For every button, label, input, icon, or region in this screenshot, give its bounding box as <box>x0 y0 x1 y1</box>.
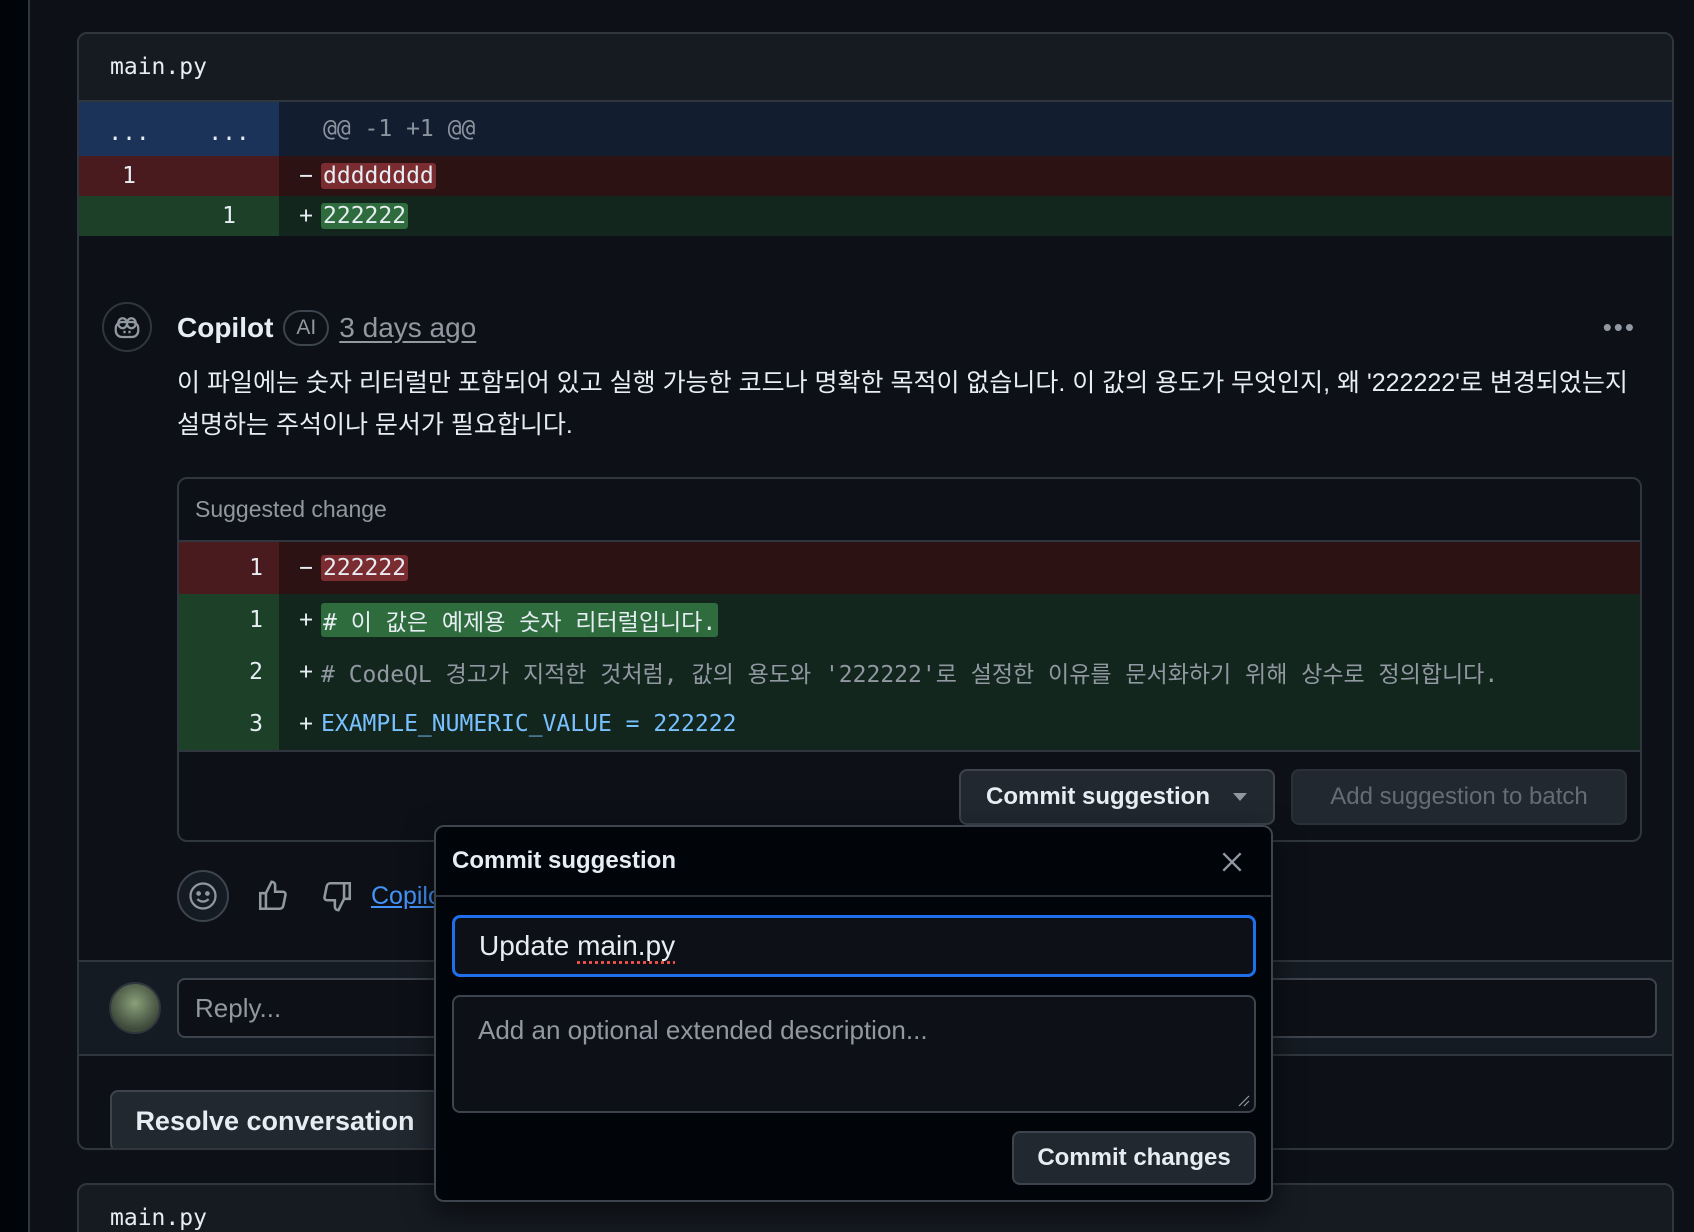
commit-suggestion-label: Commit suggestion <box>986 783 1210 811</box>
kebab-horizontal-icon[interactable]: ••• <box>1603 312 1636 343</box>
diff-sign: − <box>291 555 321 581</box>
suggested-change-box: Suggested change 1 − 222222 1 + # 이 값은 예… <box>177 477 1642 842</box>
resize-grip-icon[interactable] <box>1238 1095 1250 1107</box>
old-line-number: 1 <box>79 156 179 196</box>
close-button[interactable] <box>1219 849 1245 875</box>
add-reaction-button[interactable] <box>177 870 229 922</box>
line-number: 3 <box>179 698 279 750</box>
file-name[interactable]: main.py <box>110 54 207 80</box>
suggestion-added-line: 1 + # 이 값은 예제용 숫자 리터럴입니다. <box>179 594 1640 646</box>
hunk-expand-left[interactable]: ... <box>79 102 179 156</box>
copilot-icon <box>112 312 142 342</box>
extended-description-input[interactable]: Add an optional extended description... <box>452 995 1256 1113</box>
diff-added-line: 1 + 222222 <box>79 196 1672 236</box>
added-text: EXAMPLE_NUMERIC_VALUE = 222222 <box>321 711 736 737</box>
add-to-batch-button[interactable]: Add suggestion to batch <box>1291 769 1627 825</box>
commit-changes-button[interactable]: Commit changes <box>1012 1131 1256 1185</box>
line-number: 2 <box>179 646 279 698</box>
copilot-avatar[interactable] <box>102 302 152 352</box>
old-line-number <box>79 196 179 236</box>
user-avatar[interactable] <box>109 982 161 1034</box>
hunk-expand-right[interactable]: ... <box>179 102 279 156</box>
comment-timestamp[interactable]: 3 days ago <box>339 312 476 344</box>
smiley-icon <box>188 881 218 911</box>
suggestion-added-line: 2 + # CodeQL 경고가 지적한 것처럼, 값의 용도와 '222222… <box>179 646 1640 698</box>
new-line-number: 1 <box>179 196 279 236</box>
triangle-down-icon <box>1232 792 1248 802</box>
diff-sign: − <box>291 163 321 189</box>
diff-deleted-line: 1 − dddddddd <box>79 156 1672 196</box>
suggestion-deleted-line: 1 − 222222 <box>179 542 1640 594</box>
commit-message-misspelled: main.py <box>577 930 675 961</box>
reactions-bar: Copilot <box>177 870 449 922</box>
line-number: 1 <box>179 542 279 594</box>
commit-suggestion-dialog: Commit suggestion Update main.py Add an … <box>434 825 1273 1202</box>
comment-author[interactable]: Copilot <box>177 312 273 344</box>
file-header[interactable]: main.py <box>79 34 1672 102</box>
thumbs-down-icon <box>320 879 354 913</box>
file-name[interactable]: main.py <box>110 1205 207 1231</box>
suggestion-added-line: 3 + EXAMPLE_NUMERIC_VALUE = 222222 <box>179 698 1640 750</box>
diff-sign: + <box>291 711 321 737</box>
diff-sign: + <box>291 607 321 633</box>
comment-body: 이 파일에는 숫자 리터럴만 포함되어 있고 실행 가능한 코드나 명확한 목적… <box>177 362 1657 446</box>
thumbs-down-button[interactable] <box>317 876 357 916</box>
added-text: 222222 <box>321 203 408 229</box>
comment-header: Copilot AI 3 days ago <box>177 310 476 346</box>
added-text: # 이 값은 예제용 숫자 리터럴입니다. <box>321 603 718 637</box>
deleted-text: dddddddd <box>321 163 436 189</box>
diff-sign: + <box>291 203 321 229</box>
added-text: # CodeQL 경고가 지적한 것처럼, 값의 용도와 '222222'로 설… <box>321 655 1498 689</box>
deleted-text: 222222 <box>321 555 408 581</box>
left-rail <box>0 0 30 1232</box>
close-icon <box>1219 849 1245 875</box>
dialog-title: Commit suggestion <box>436 827 1271 897</box>
line-number: 1 <box>179 594 279 646</box>
description-placeholder: Add an optional extended description... <box>478 1015 928 1045</box>
resolve-conversation-button[interactable]: Resolve conversation <box>110 1090 440 1150</box>
commit-message-prefix: Update <box>479 930 577 961</box>
new-line-number <box>179 156 279 196</box>
commit-suggestion-button[interactable]: Commit suggestion <box>959 769 1275 825</box>
diff-sign: + <box>291 659 321 685</box>
diff-hunk-row: ... ... @@ -1 +1 @@ <box>79 102 1672 156</box>
commit-message-input[interactable]: Update main.py <box>452 915 1256 977</box>
thumbs-up-icon <box>256 879 290 913</box>
hunk-header: @@ -1 +1 @@ <box>279 116 475 142</box>
thumbs-up-button[interactable] <box>253 876 293 916</box>
suggested-change-title: Suggested change <box>179 479 1640 542</box>
ai-badge: AI <box>283 310 329 346</box>
